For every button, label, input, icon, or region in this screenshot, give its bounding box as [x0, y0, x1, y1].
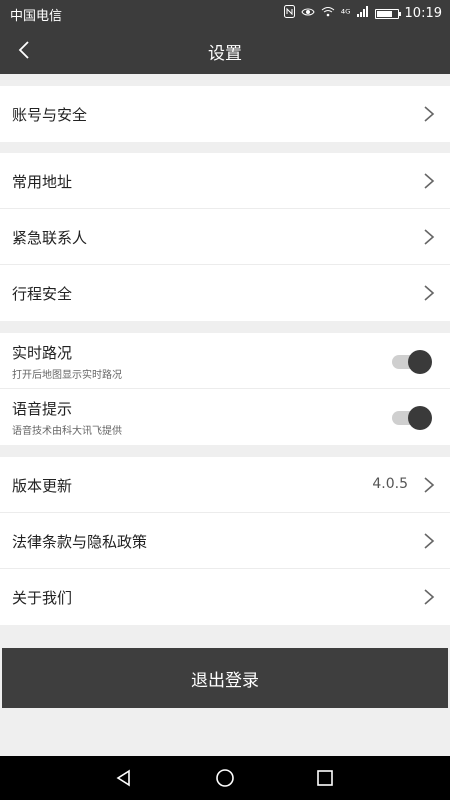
item-label: 语音提示	[12, 400, 73, 418]
network-type-label: ⁴ᴳ	[340, 7, 351, 20]
carrier-name: 中国电信	[10, 9, 63, 24]
chevron-right-icon	[424, 477, 435, 493]
common-address-item[interactable]: 常用地址	[0, 153, 450, 209]
item-label: 实时路况	[12, 344, 73, 362]
chevron-right-icon	[424, 106, 435, 122]
status-icons: ⁴ᴳ 10:19	[283, 5, 442, 22]
item-label: 紧急联系人	[12, 229, 88, 247]
realtime-traffic-item: 实时路况 打开后地图显示实时路况	[0, 333, 450, 389]
about-group: 版本更新 4.0.5 法律条款与隐私政策 关于我们	[0, 457, 450, 625]
item-label: 版本更新	[12, 477, 73, 495]
chevron-right-icon	[424, 533, 435, 549]
nav-bar: 设置	[0, 26, 450, 74]
battery-icon	[374, 8, 401, 19]
wifi-icon	[321, 6, 335, 21]
legal-privacy-item[interactable]: 法律条款与隐私政策	[0, 513, 450, 569]
page-title: 设置	[208, 44, 242, 64]
realtime-traffic-toggle[interactable]	[392, 349, 432, 375]
eye-comfort-icon	[301, 6, 315, 21]
account-security-item[interactable]: 账号与安全	[0, 86, 450, 142]
item-label: 关于我们	[12, 589, 73, 607]
signal-icon	[356, 6, 369, 21]
back-triangle-icon[interactable]	[114, 768, 134, 788]
clock: 10:19	[404, 6, 442, 21]
toggle-group: 实时路况 打开后地图显示实时路况 语音提示 语音技术由科大讯飞提供	[0, 333, 450, 445]
common-group: 常用地址 紧急联系人 行程安全	[0, 153, 450, 321]
system-nav-bar	[0, 756, 450, 800]
status-bar: 中国电信 ⁴ᴳ 10:19	[0, 0, 450, 26]
account-group: 账号与安全	[0, 86, 450, 142]
item-label: 账号与安全	[12, 106, 88, 124]
chevron-right-icon	[424, 229, 435, 245]
item-description: 语音技术由科大讯飞提供	[12, 426, 122, 437]
voice-prompt-item: 语音提示 语音技术由科大讯飞提供	[0, 389, 450, 445]
item-label: 法律条款与隐私政策	[12, 533, 148, 551]
chevron-right-icon	[424, 173, 435, 189]
item-label: 行程安全	[12, 285, 73, 303]
logout-button[interactable]: 退出登录	[2, 648, 448, 708]
emergency-contact-item[interactable]: 紧急联系人	[0, 209, 450, 265]
item-description: 打开后地图显示实时路况	[12, 370, 122, 381]
about-us-item[interactable]: 关于我们	[0, 569, 450, 625]
voice-prompt-toggle[interactable]	[392, 405, 432, 431]
version-update-item[interactable]: 版本更新 4.0.5	[0, 457, 450, 513]
chevron-right-icon	[424, 589, 435, 605]
home-circle-icon[interactable]	[215, 768, 235, 788]
recents-square-icon[interactable]	[315, 768, 335, 788]
chevron-right-icon	[424, 285, 435, 301]
nfc-icon	[283, 5, 295, 22]
item-label: 常用地址	[12, 173, 73, 191]
trip-safety-item[interactable]: 行程安全	[0, 265, 450, 321]
version-number: 4.0.5	[372, 476, 408, 492]
